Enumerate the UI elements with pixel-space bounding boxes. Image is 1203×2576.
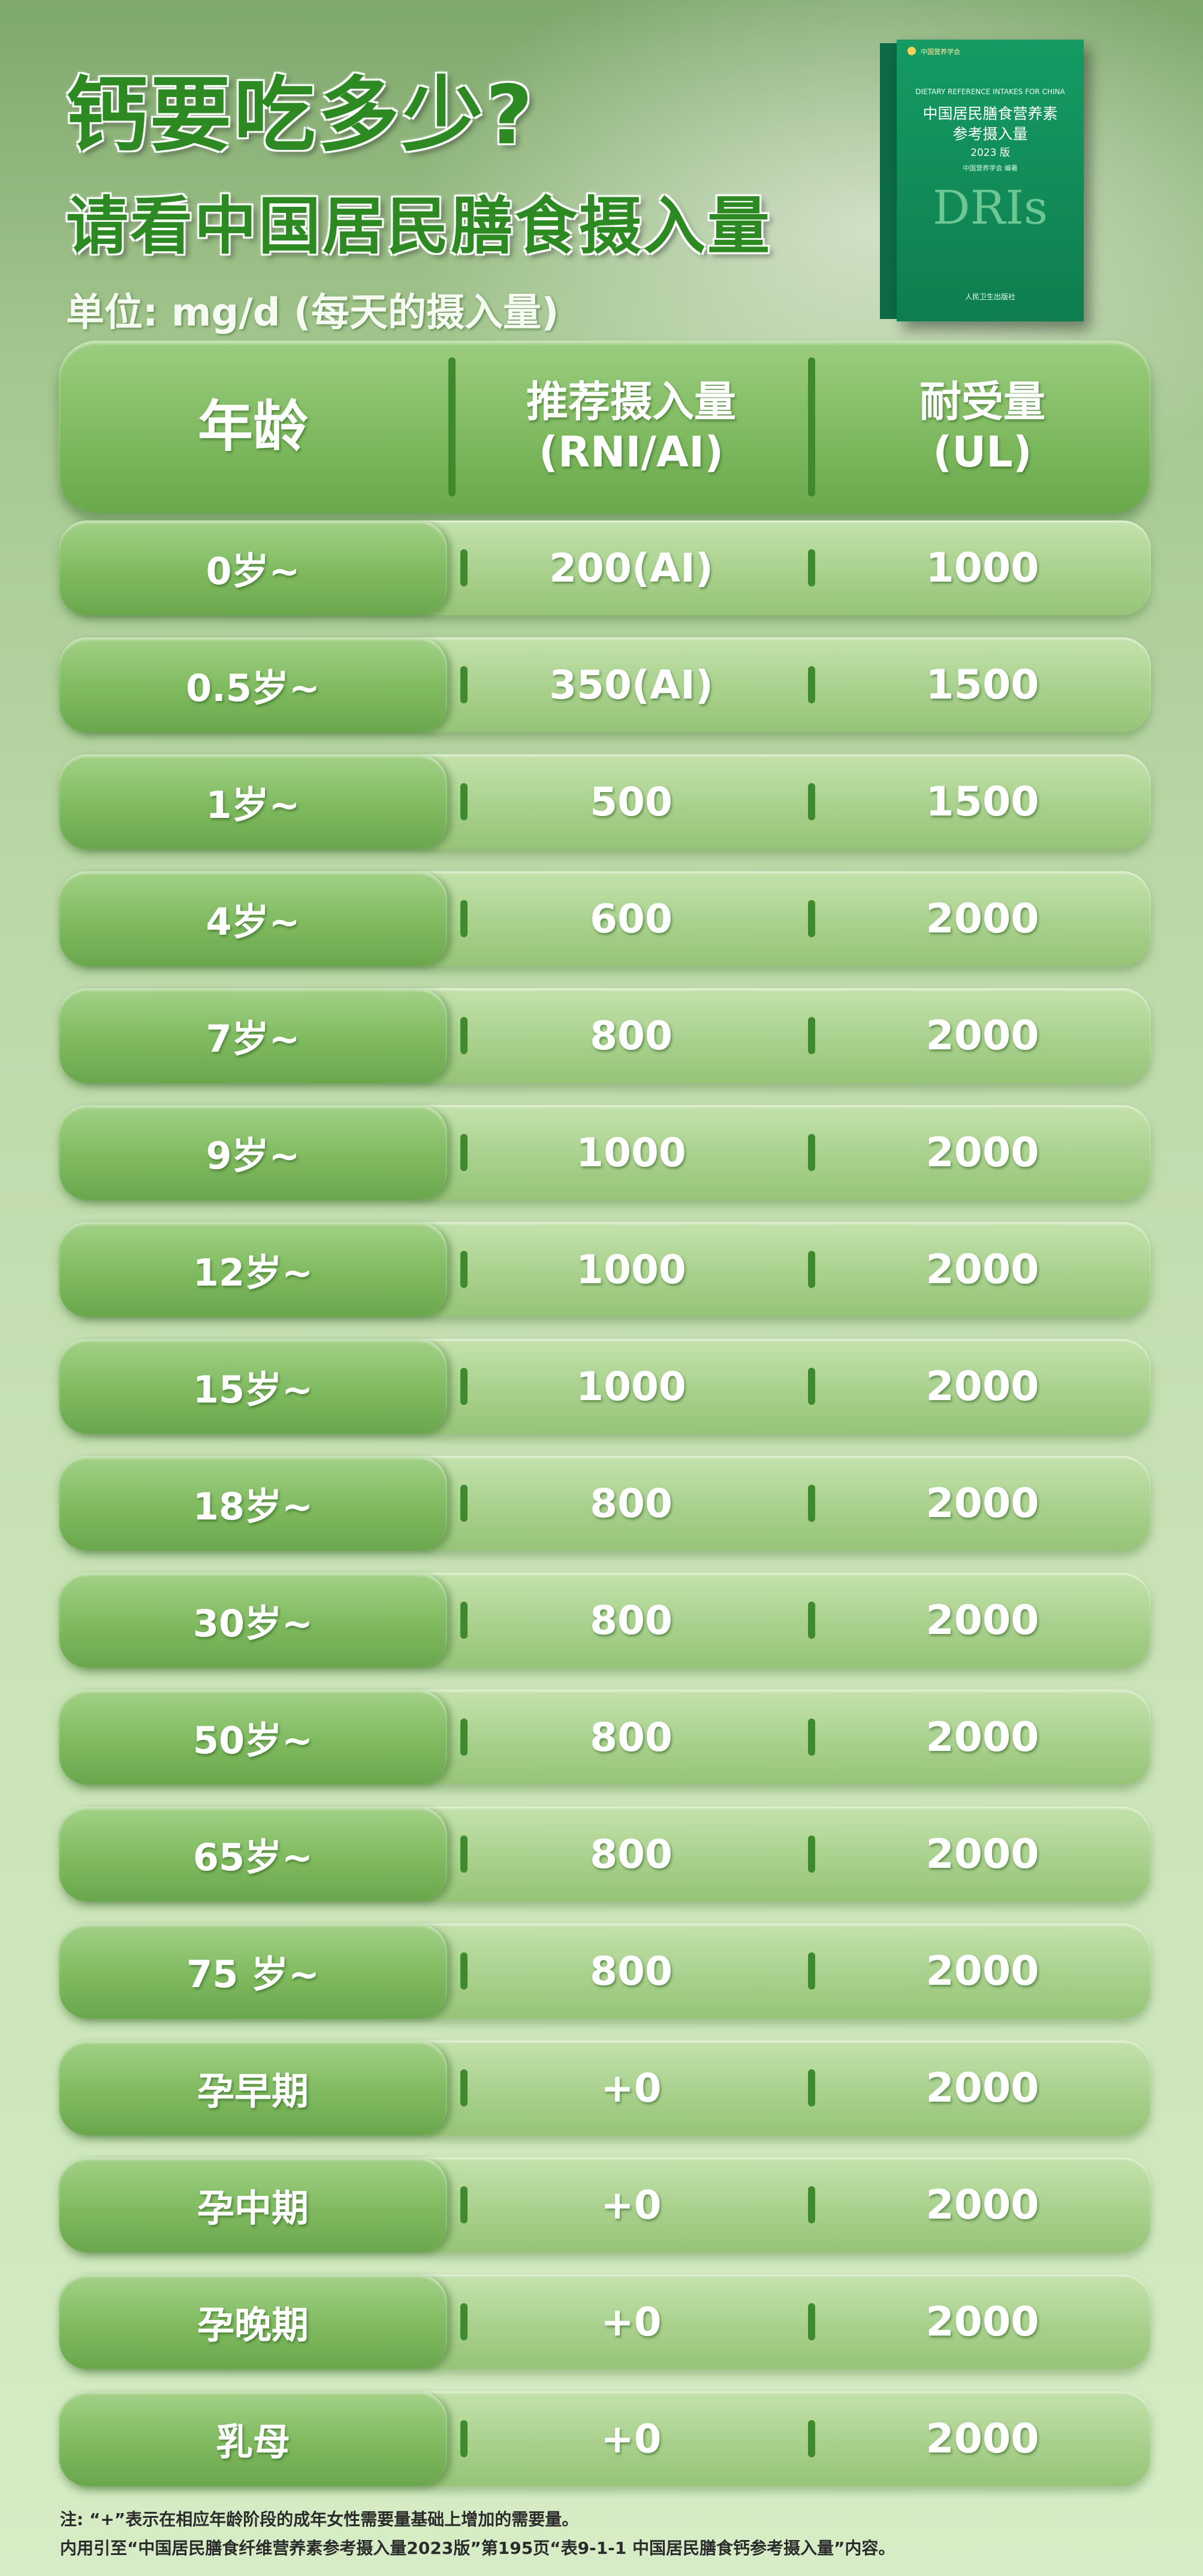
age-cell: 50岁~	[192, 1719, 313, 1762]
ul-cell: 2000	[925, 1713, 1039, 1761]
ul-cell: 2000	[925, 1245, 1039, 1293]
source-note: 内用引至“中国居民膳食纤维营养素参考摄入量2023版”第195页“表9-1-1 …	[60, 2538, 896, 2558]
rni-cell: 800	[590, 1714, 673, 1761]
ul-cell: 2000	[925, 2181, 1039, 2229]
ul-cell: 1000	[925, 544, 1039, 592]
table-row: 50岁~ 800 2000	[59, 1690, 1151, 1784]
age-cell: 孕晚期	[197, 2303, 309, 2347]
ul-cell: 2000	[925, 895, 1039, 943]
ul-cell: 1500	[925, 778, 1039, 826]
rni-cell: 800	[590, 1831, 673, 1877]
age-cell: 1岁~	[206, 783, 300, 827]
book-title-line1: 中国居民膳食营养素	[922, 105, 1058, 122]
ul-cell: 2000	[925, 1596, 1039, 1644]
ul-cell: 2000	[925, 1947, 1039, 1995]
book-editor: 中国营养学会 编著	[963, 164, 1018, 172]
rni-cell: 800	[590, 1948, 673, 1994]
header-ul-line2: (UL)	[933, 428, 1032, 477]
age-cell: 孕中期	[197, 2186, 309, 2230]
book-edition: 2023 版	[970, 147, 1010, 159]
rni-cell: 350(AI)	[549, 661, 713, 708]
book-english-title: DIETARY REFERENCE INTAKES FOR CHINA	[915, 88, 1065, 96]
table-row: 12岁~ 1000 2000	[59, 1222, 1151, 1317]
table-row: 7岁~ 800 2000	[59, 988, 1151, 1083]
rni-cell: 500	[590, 778, 673, 825]
age-cell: 15岁~	[192, 1368, 313, 1412]
main-title: 钙要吃多少?	[66, 68, 535, 163]
age-cell: 0岁~	[206, 549, 300, 593]
ul-cell: 2000	[925, 2415, 1039, 2463]
table-row: 18岁~ 800 2000	[59, 1456, 1151, 1551]
book-cover-image: 中国营养学会 DIETARY REFERENCE INTAKES FOR CHI…	[880, 40, 1084, 321]
ul-cell: 1500	[925, 661, 1039, 709]
rni-cell: 200(AI)	[549, 544, 713, 591]
subtitle: 请看中国居民膳食摄入量	[66, 189, 772, 263]
table-row: 孕中期 +0 2000	[59, 2157, 1151, 2252]
table-row: 1岁~ 500 1500	[59, 754, 1151, 849]
rni-cell: 800	[590, 1480, 673, 1527]
ul-cell: 2000	[925, 2298, 1039, 2346]
header-divider	[448, 357, 456, 496]
age-cell: 12岁~	[192, 1251, 313, 1295]
table-row: 75 岁~ 800 2000	[59, 1924, 1151, 2018]
ul-cell: 2000	[925, 1128, 1039, 1176]
age-cell: 9岁~	[206, 1134, 300, 1178]
ul-cell: 2000	[925, 1362, 1039, 1410]
header-rni-line2: (RNI/AI)	[538, 428, 724, 477]
rni-cell: 1000	[576, 1129, 686, 1176]
rni-cell: 1000	[576, 1363, 686, 1410]
header-age: 年龄	[197, 394, 308, 459]
ul-cell: 2000	[925, 1479, 1039, 1527]
table-row: 0岁~ 200(AI) 1000	[59, 520, 1151, 615]
ul-cell: 2000	[925, 1830, 1039, 1878]
book-dris-logo: DRIs	[932, 181, 1048, 235]
header-ul: 耐受量 (UL)	[814, 341, 1151, 513]
age-cell: 65岁~	[192, 1835, 313, 1879]
header-ul-line1: 耐受量	[919, 377, 1045, 426]
age-cell: 乳母	[215, 2420, 290, 2464]
table-row: 孕晚期 +0 2000	[59, 2274, 1151, 2369]
book-press: 人民卫生出版社	[964, 293, 1015, 301]
publisher-logo-icon	[907, 47, 916, 55]
table-row: 30岁~ 800 2000	[59, 1573, 1151, 1668]
age-cell: 4岁~	[206, 900, 300, 944]
rni-cell: +0	[601, 2298, 662, 2345]
rni-cell: +0	[601, 2181, 662, 2228]
rni-cell: 1000	[576, 1246, 686, 1293]
rni-cell: +0	[601, 2415, 662, 2462]
rni-cell: +0	[601, 2065, 662, 2111]
rni-cell: 800	[590, 1597, 673, 1644]
age-cell: 孕早期	[197, 2069, 309, 2113]
book-front: 中国营养学会 DIETARY REFERENCE INTAKES FOR CHI…	[897, 40, 1084, 321]
age-cell: 30岁~	[192, 1602, 313, 1645]
book-publisher-top: 中国营养学会	[921, 48, 960, 56]
unit-label: 单位: mg/d (每天的摄入量)	[66, 291, 559, 335]
header-rni: 推荐摄入量 (RNI/AI)	[460, 341, 802, 513]
table-row: 9岁~ 1000 2000	[59, 1105, 1151, 1200]
table-row: 15岁~ 1000 2000	[59, 1339, 1151, 1434]
header-rni-line1: 推荐摄入量	[526, 377, 736, 426]
age-cell: 75 岁~	[186, 1952, 319, 1996]
age-cell: 7岁~	[206, 1017, 300, 1061]
book-title-line2: 参考摄入量	[952, 125, 1028, 143]
rni-cell: 600	[590, 895, 673, 942]
table-header: 年龄 推荐摄入量 (RNI/AI) 耐受量 (UL)	[59, 341, 1151, 513]
table-row: 65岁~ 800 2000	[59, 1807, 1151, 1901]
ul-cell: 2000	[925, 1012, 1039, 1060]
table-row: 孕早期 +0 2000	[59, 2041, 1151, 2135]
rni-cell: 800	[590, 1012, 673, 1059]
table-row: 0.5岁~ 350(AI) 1500	[59, 637, 1151, 732]
footnote: 注: “+”表示在相应年龄阶段的成年女性需要量基础上增加的需要量。	[60, 2509, 579, 2529]
poster: 钙要吃多少? 请看中国居民膳食摄入量 单位: mg/d (每天的摄入量) 中国营…	[0, 0, 1203, 2576]
ul-cell: 2000	[925, 2064, 1039, 2112]
table-row: 4岁~ 600 2000	[59, 871, 1151, 966]
age-cell: 0.5岁~	[186, 666, 320, 710]
age-cell: 18岁~	[192, 1485, 313, 1528]
table-row: 乳母 +0 2000	[59, 2391, 1151, 2486]
